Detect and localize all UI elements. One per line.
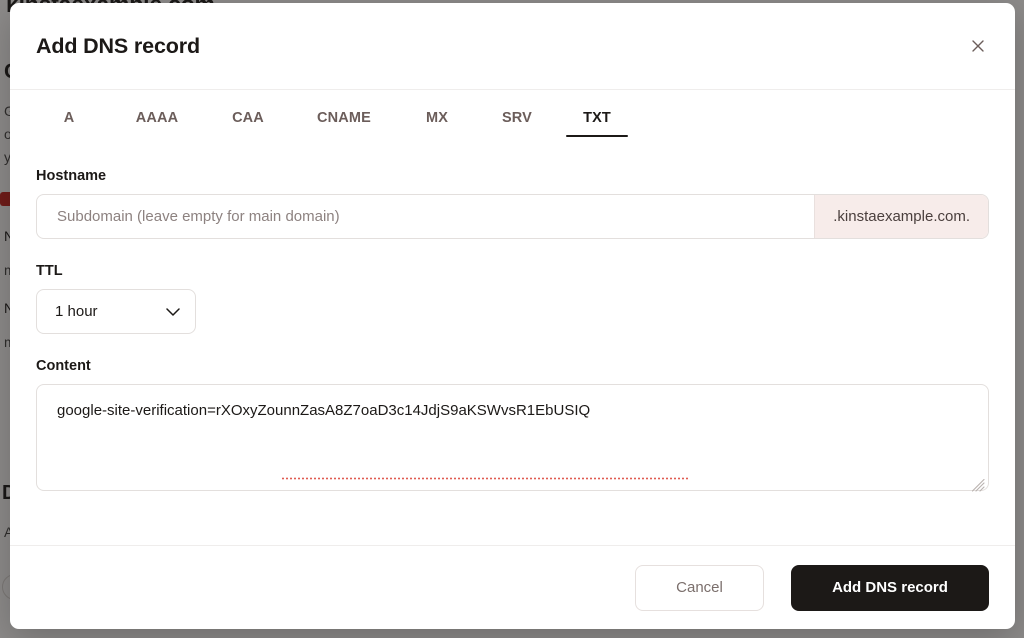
ttl-field-group: TTL 1 hour [36,263,989,334]
content-field-group: Content [36,358,989,496]
hostname-label: Hostname [36,168,107,184]
tab-mx[interactable]: MX [404,90,470,146]
ttl-select[interactable]: 1 hour [36,289,196,334]
cancel-button[interactable]: Cancel [635,564,764,611]
dialog-header: Add DNS record [10,3,1015,90]
hostname-input-row: .kinstaexample.com. [36,194,989,239]
tab-txt[interactable]: TXT [564,90,630,146]
hostname-field-group: Hostname .kinstaexample.com. [36,168,989,239]
record-type-tabs: A AAAA CAA CNAME MX SRV TXT [10,90,1015,146]
content-textarea[interactable] [36,384,989,491]
add-dns-record-dialog: Add DNS record A AAAA CAA CNAME MX SRV T… [10,3,1015,629]
close-icon[interactable] [961,29,995,63]
dialog-title: Add DNS record [36,33,200,58]
tab-a[interactable]: A [36,90,102,146]
content-textarea-wrap [36,384,989,496]
ttl-select-wrap: 1 hour [36,289,196,334]
close-icon-glyph [972,40,984,52]
tab-aaaa[interactable]: AAAA [113,90,201,146]
tab-cname[interactable]: CNAME [295,90,393,146]
tab-caa[interactable]: CAA [212,90,284,146]
add-dns-record-button[interactable]: Add DNS record [791,564,989,611]
ttl-label: TTL [36,263,63,279]
hostname-domain-suffix: .kinstaexample.com. [814,195,988,238]
dialog-footer: Cancel Add DNS record [10,545,1015,629]
content-label: Content [36,358,91,374]
dialog-body: Hostname .kinstaexample.com. TTL 1 hour … [10,146,1015,545]
tab-srv[interactable]: SRV [481,90,553,146]
hostname-input[interactable] [37,195,815,238]
